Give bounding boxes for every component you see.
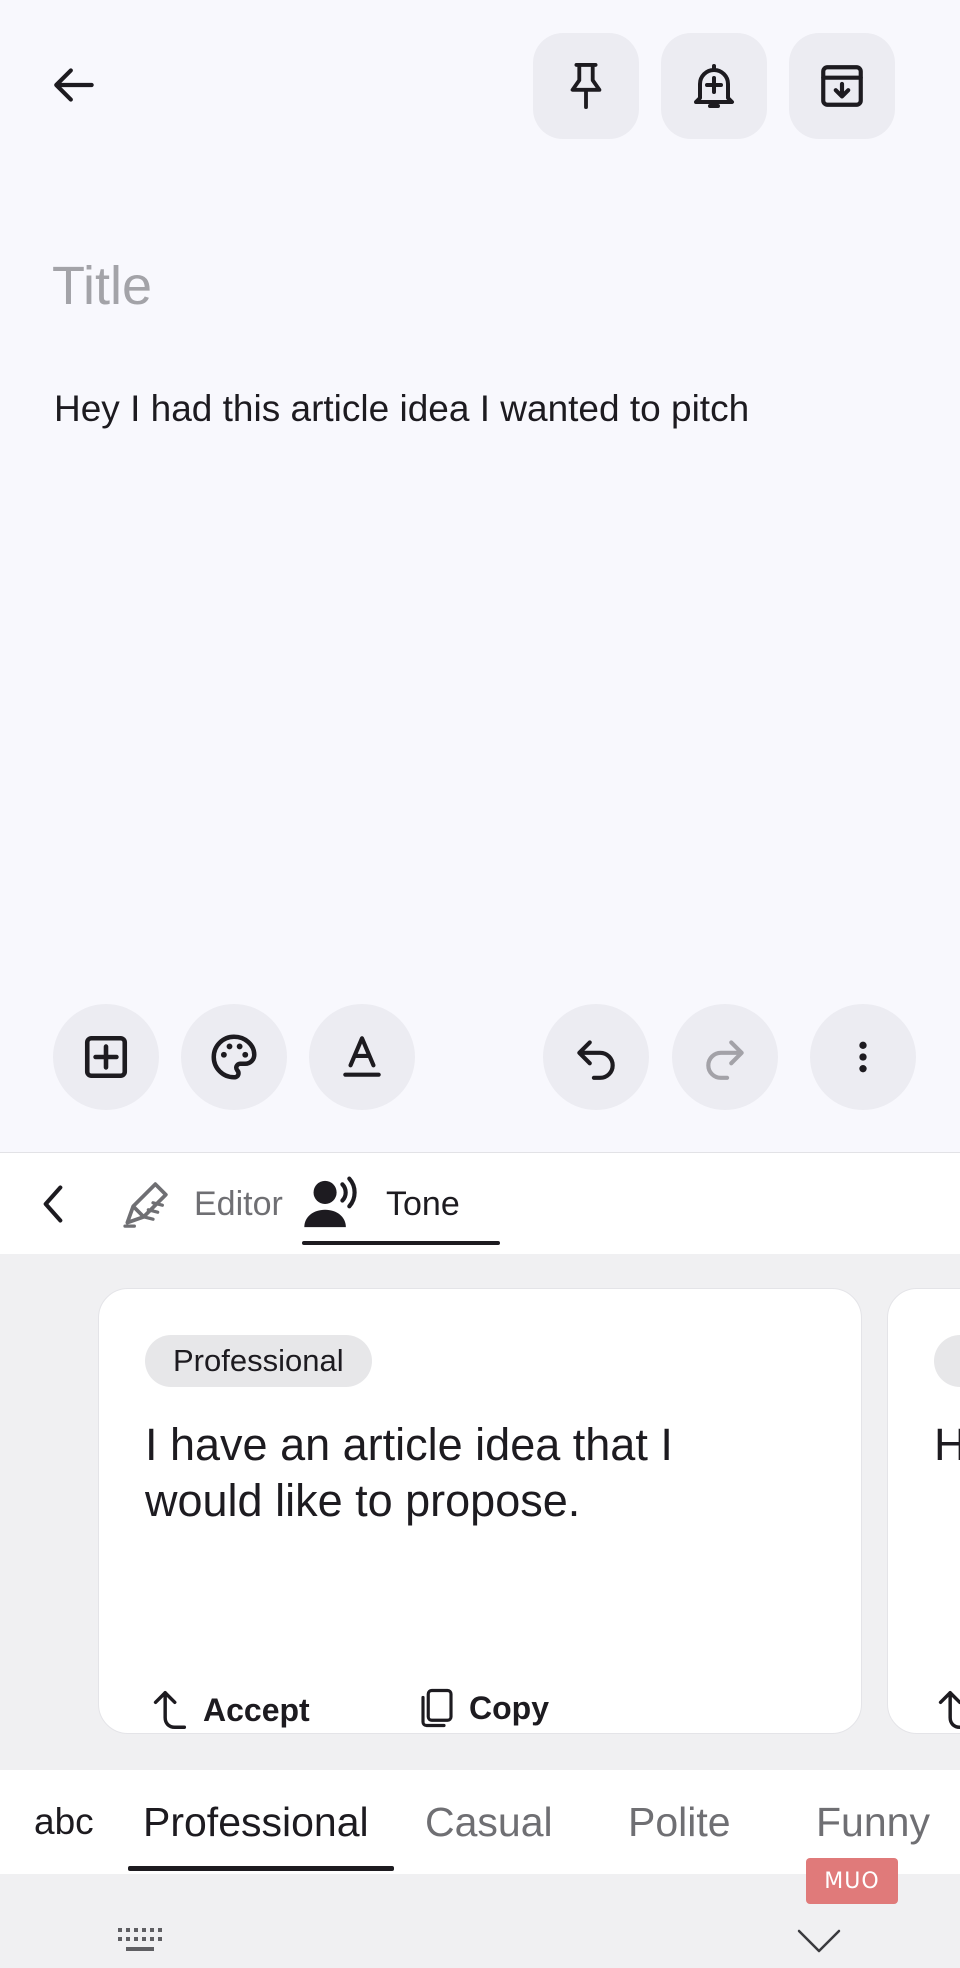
tab-tone-indicator (302, 1241, 500, 1245)
copy-icon (421, 1688, 453, 1728)
accept-arrow-icon (938, 1691, 960, 1729)
title-input[interactable]: Title (52, 255, 152, 317)
note-body[interactable]: Hey I had this article idea I wanted to … (54, 388, 749, 430)
suggestion-card[interactable]: H id (887, 1288, 960, 1734)
chevron-down-icon[interactable] (796, 1926, 842, 1956)
tab-tone[interactable]: Tone (302, 1153, 500, 1255)
redo-icon (706, 1040, 744, 1080)
accept-label: Accept (203, 1691, 310, 1728)
tone-chip: Professional (145, 1335, 372, 1387)
pin-icon (570, 62, 602, 110)
more-vertical-icon (859, 1041, 867, 1073)
palette-button[interactable] (181, 1004, 287, 1110)
bell-plus-icon (694, 64, 734, 108)
copy-button[interactable]: Copy (419, 1687, 549, 1729)
text-format-button[interactable] (309, 1004, 415, 1110)
text-format-icon (343, 1036, 381, 1077)
tone-active-indicator (128, 1866, 394, 1871)
palette-icon (211, 1034, 257, 1080)
watermark-logo: MUO (806, 1858, 898, 1904)
tone-suggestions-panel: Professional I have an article idea that… (0, 1254, 960, 1770)
archive-icon (821, 65, 863, 107)
more-button[interactable] (810, 1004, 916, 1110)
tone-option-polite[interactable]: Polite (628, 1770, 731, 1874)
arrow-left-icon (54, 68, 94, 102)
add-box-icon (84, 1035, 128, 1079)
accept-arrow-icon (153, 1691, 187, 1729)
tab-tone-label: Tone (386, 1184, 460, 1223)
reminder-button[interactable] (661, 33, 767, 139)
pen-icon (123, 1182, 168, 1228)
accept-button[interactable] (934, 1687, 960, 1733)
keyboard-icon[interactable] (116, 1926, 166, 1956)
accept-button[interactable]: Accept (149, 1687, 310, 1733)
note-editor: Title Hey I had this article idea I want… (0, 0, 960, 1152)
keyboard-toolbar-back-button[interactable] (26, 1175, 80, 1233)
back-button[interactable] (40, 50, 110, 120)
tone-chip (934, 1335, 960, 1387)
tone-option-casual[interactable]: Casual (425, 1770, 553, 1874)
archive-button[interactable] (789, 33, 895, 139)
add-button[interactable] (53, 1004, 159, 1110)
chevron-left-icon (43, 1185, 63, 1223)
undo-button[interactable] (543, 1004, 649, 1110)
tone-option-professional[interactable]: Professional (143, 1770, 369, 1874)
keyboard-toolbar: Editor Tone (0, 1152, 960, 1254)
redo-button[interactable] (672, 1004, 778, 1110)
suggestion-card[interactable]: Professional I have an article idea that… (98, 1288, 862, 1734)
voice-person-icon (304, 1176, 357, 1228)
suggestion-text: I have an article idea that I would like… (145, 1419, 673, 1526)
suggestion-text: H id (934, 1419, 960, 1470)
tone-option-abc[interactable]: abc (34, 1770, 94, 1874)
undo-icon (577, 1040, 615, 1080)
tab-editor[interactable]: Editor (118, 1153, 283, 1255)
tab-editor-label: Editor (194, 1184, 283, 1223)
copy-label: Copy (469, 1689, 549, 1726)
pin-button[interactable] (533, 33, 639, 139)
